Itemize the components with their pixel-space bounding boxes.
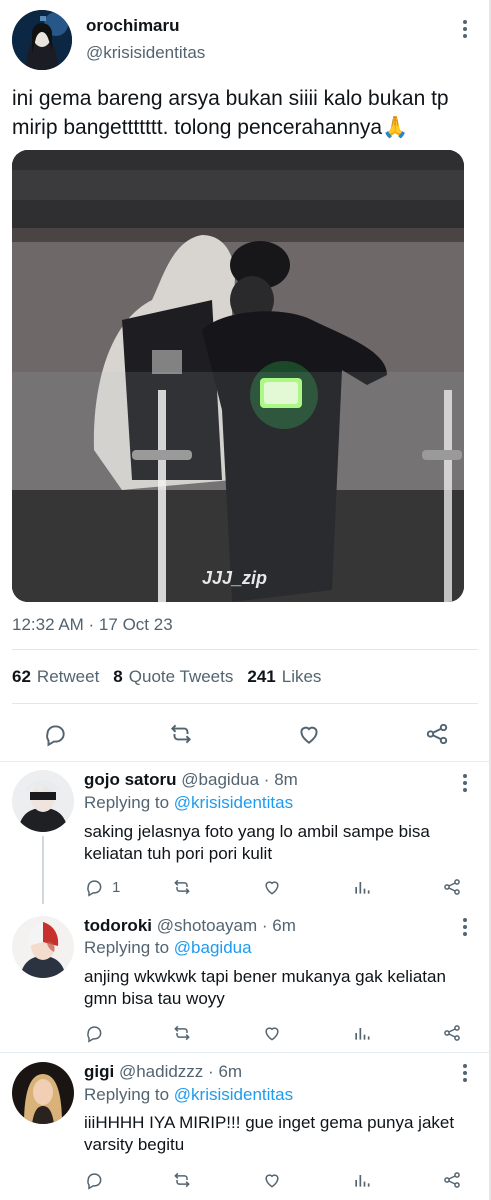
reply-icon[interactable] <box>84 1022 104 1044</box>
analytics-icon[interactable] <box>352 876 372 898</box>
reply-icon[interactable] <box>84 1169 104 1191</box>
reply-tweet[interactable]: todoroki @shotoayam · 6m Replying to @ba… <box>0 908 489 1052</box>
reply-handle[interactable]: @shotoayam <box>157 916 257 935</box>
like-icon[interactable] <box>262 876 282 898</box>
more-options-icon[interactable] <box>456 1064 474 1086</box>
retweet-icon[interactable] <box>172 1022 192 1044</box>
replying-to: Replying to @krisisidentitas <box>84 1085 294 1104</box>
share-icon[interactable] <box>442 1169 462 1191</box>
reply-text: anjing wkwkwk tapi bener mukanya gak kel… <box>84 967 446 1008</box>
tweet-photo[interactable]: JJJ_zip <box>12 150 464 602</box>
reply-icon <box>87 880 102 897</box>
like-icon[interactable] <box>296 721 322 747</box>
replying-to-link[interactable]: @bagidua <box>174 938 252 957</box>
replying-to-link[interactable]: @krisisidentitas <box>174 793 293 812</box>
author-display-name[interactable]: orochimaru <box>86 16 180 36</box>
like-icon[interactable] <box>262 1169 282 1191</box>
replying-to: Replying to @krisisidentitas <box>84 793 294 812</box>
retweet-icon[interactable] <box>172 1169 192 1191</box>
reply-time[interactable]: 8m <box>274 770 298 789</box>
reply-dot: · <box>208 1062 214 1081</box>
reply-header: gojo satoru @bagidua · 8m <box>84 770 298 790</box>
reply-avatar[interactable] <box>12 916 74 978</box>
reply-handle[interactable]: @bagidua <box>181 770 259 789</box>
analytics-icon[interactable] <box>352 1169 372 1191</box>
author-avatar[interactable] <box>12 10 72 70</box>
reply-dot: · <box>261 916 268 935</box>
reply-display-name[interactable]: gigi <box>84 1062 114 1081</box>
tweet-actions <box>0 718 489 750</box>
reply-display-name[interactable]: todoroki <box>84 916 152 935</box>
author-handle[interactable]: @krisisidentitas <box>86 43 205 63</box>
divider <box>12 703 478 704</box>
share-icon[interactable] <box>442 876 462 898</box>
reply-display-name[interactable]: gojo satoru <box>84 770 177 789</box>
quotes-stat[interactable]: 8 Quote Tweets <box>113 667 233 687</box>
reply-header: gigi @hadidzzz · 6m <box>84 1062 242 1082</box>
share-icon[interactable] <box>442 1022 462 1044</box>
retweets-stat[interactable]: 62 Retweet <box>12 667 99 687</box>
media-watermark: JJJ_zip <box>202 568 267 588</box>
reply-time[interactable]: 6m <box>272 916 296 935</box>
tweet-timestamp[interactable]: 12:32 AM · 17 Oct 23 <box>12 615 173 635</box>
likes-stat[interactable]: 241 Likes <box>247 667 321 687</box>
reply-dot: · <box>263 770 270 789</box>
reply-handle[interactable]: @hadidzzz <box>119 1062 203 1081</box>
reply-icon[interactable] <box>42 721 68 747</box>
reply-tweet[interactable]: gigi @hadidzzz · 6m Replying to @krisisi… <box>0 1053 489 1200</box>
divider <box>12 649 478 650</box>
retweet-icon[interactable] <box>172 876 192 898</box>
tweet-stats: 62 Retweet 8 Quote Tweets 241 Likes <box>12 667 321 687</box>
reply-avatar[interactable] <box>12 1062 74 1124</box>
reply-count: 1 <box>112 878 121 896</box>
reply-text: saking jelasnya foto yang lo ambil sampe… <box>84 822 430 863</box>
tweet-text: ini gema bareng arsya bukan siiii kalo b… <box>12 87 449 139</box>
reply-tweet[interactable]: gojo satoru @bagidua · 8m Replying to @k… <box>0 762 489 907</box>
analytics-icon[interactable] <box>352 1022 372 1044</box>
retweet-icon[interactable] <box>168 721 194 747</box>
more-options-icon[interactable] <box>456 774 474 796</box>
share-icon[interactable] <box>424 721 450 747</box>
replying-to-link[interactable]: @krisisidentitas <box>174 1085 293 1104</box>
replying-to: Replying to @bagidua <box>84 938 252 957</box>
reply-action[interactable]: 1 <box>84 876 120 898</box>
more-options-icon[interactable] <box>456 20 474 42</box>
reply-time[interactable]: 6m <box>218 1062 242 1081</box>
thread-connector <box>42 836 44 904</box>
reply-header: todoroki @shotoayam · 6m <box>84 916 296 936</box>
like-icon[interactable] <box>262 1022 282 1044</box>
more-options-icon[interactable] <box>456 918 474 940</box>
reply-avatar[interactable] <box>12 770 74 832</box>
reply-text: iiiHHHH IYA MIRIP!!! gue inget gema puny… <box>84 1113 455 1154</box>
